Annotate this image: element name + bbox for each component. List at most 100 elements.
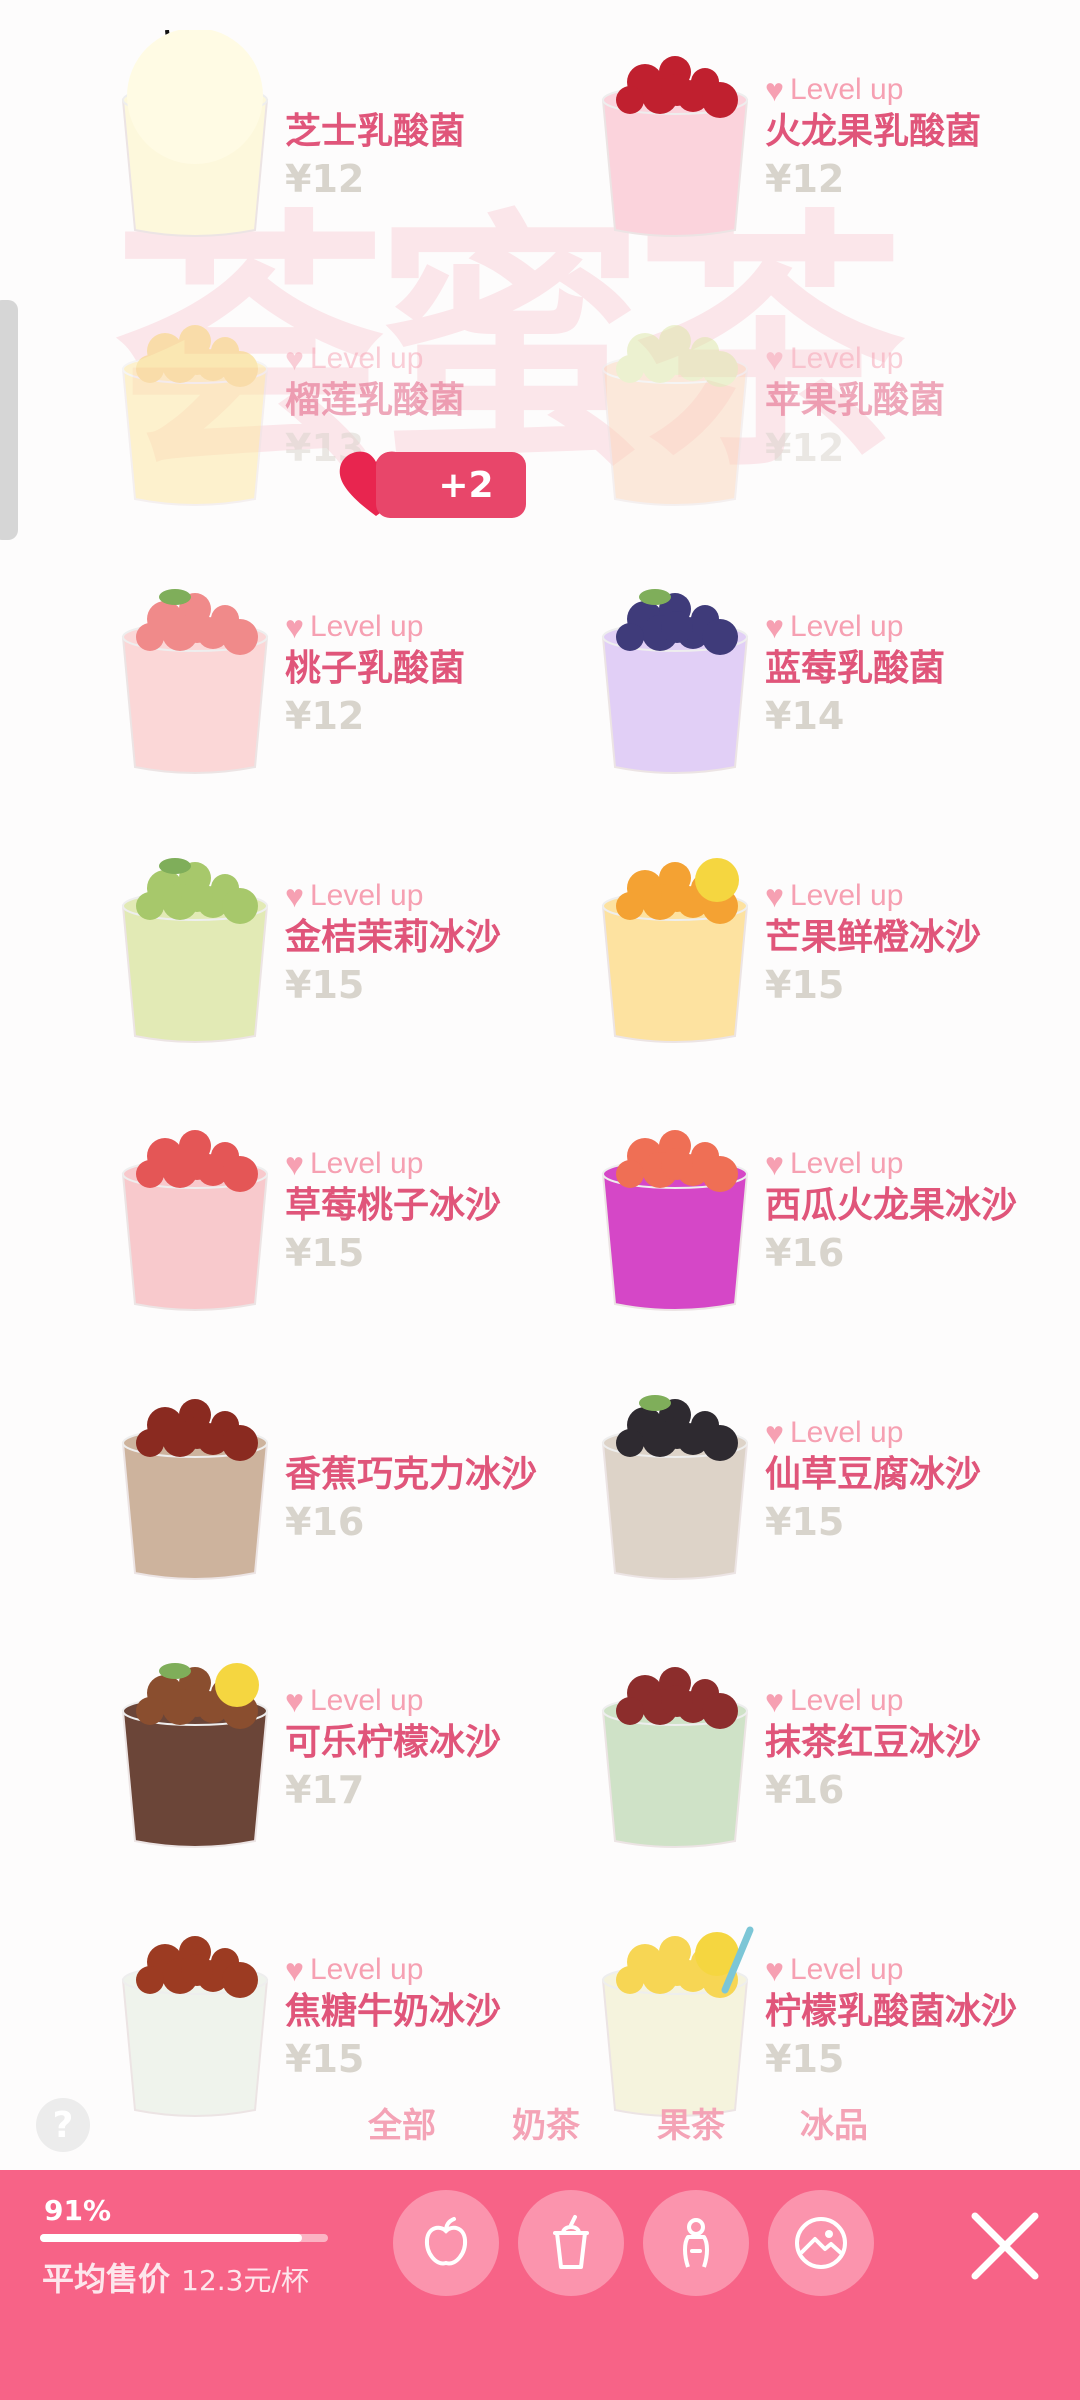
close-icon[interactable] [965, 2206, 1045, 2286]
tab-all[interactable]: 全部 [368, 2098, 436, 2147]
person-button[interactable] [643, 2190, 749, 2296]
drink-info: ♥ Level up 蓝莓乳酸菌 ¥14 [765, 607, 945, 741]
drink-item[interactable]: ♥ Level up 焦糖牛奶冰沙 ¥15 [105, 1900, 605, 2130]
drink-item[interactable]: ♥ Level up 柠檬乳酸菌冰沙 ¥15 [585, 1900, 1080, 2130]
level-up-label: ♥ Level up [765, 876, 981, 916]
drink-price: ¥17 [285, 1768, 365, 1812]
level-badge: +2 [336, 450, 536, 520]
drink-cup-image [601, 56, 749, 237]
drink-cup-image [121, 1130, 269, 1311]
level-up-text: Level up [790, 1684, 904, 1717]
drink-item[interactable]: ♥ Level up 仙草豆腐冰沙 ¥15 [585, 1363, 1080, 1593]
heart-icon: ♥ [285, 609, 304, 645]
drink-info: 芝士乳酸菌 ¥12 [285, 70, 465, 204]
average-price-value: 12.3元/杯 [181, 2264, 309, 2297]
drink-cup-image [601, 1667, 749, 1848]
drink-price: ¥15 [765, 1499, 845, 1544]
drink-name: 西瓜火龙果冰沙 [765, 1185, 1018, 1226]
drink-name: 柠檬乳酸菌冰沙 [765, 1990, 1018, 2032]
heart-icon: ♥ [285, 340, 304, 377]
drink-name: 火龙果乳酸菌 [765, 111, 982, 152]
cup-button[interactable] [518, 2190, 624, 2296]
drink-info: ♥ Level up 焦糖牛奶冰沙 ¥15 [285, 1950, 501, 2084]
heart-icon: ♥ [285, 1146, 304, 1182]
drink-info: ♥ Level up 芒果鲜橙冰沙 ¥15 [765, 876, 981, 1010]
drink-cup-image [121, 857, 269, 1043]
drink-cup-image [121, 1663, 269, 1848]
drink-item[interactable]: ♥ Level up 桃子乳酸菌 ¥12 [105, 557, 605, 787]
drink-info: ♥ Level up 抹茶红豆冰沙 ¥16 [765, 1681, 981, 1815]
drink-name: 桃子乳酸菌 [285, 648, 466, 689]
drink-info: ♥ Level up 可乐柠檬冰沙 ¥17 [285, 1681, 501, 1815]
drink-info: ♥ Level up 火龙果乳酸菌 ¥12 [765, 70, 981, 204]
drink-item[interactable]: ♥ Level up 可乐柠檬冰沙 ¥17 [105, 1631, 605, 1861]
drink-price: ¥12 [285, 157, 365, 201]
drink-name: 苹果乳酸菌 [765, 379, 946, 421]
drink-cup-image [601, 1130, 749, 1311]
level-up-text: Level up [310, 1952, 424, 1986]
level-up-label: ♥ Level up [285, 1144, 501, 1184]
apple-icon [424, 2217, 468, 2266]
level-up-label: ♥ Level up [765, 1144, 1017, 1184]
level-up-text: Level up [310, 878, 424, 912]
tab-milk-tea[interactable]: 奶茶 [512, 2098, 580, 2147]
progress-bar [40, 2234, 328, 2242]
level-up-text: Level up [790, 1415, 904, 1449]
person-icon [683, 2218, 709, 2268]
drink-price: ¥15 [285, 2036, 365, 2081]
drink-item[interactable]: ♥ Level up 抹茶红豆冰沙 ¥16 [585, 1631, 1080, 1861]
average-price-label: 平均售价 [42, 2260, 171, 2298]
drink-info: ♥ Level up 桃子乳酸菌 ¥12 [285, 607, 465, 741]
heart-icon: ♥ [765, 609, 784, 645]
level-up-text: Level up [790, 878, 904, 912]
drink-price: ¥15 [285, 1231, 365, 1275]
drink-item[interactable]: ♥ Level up 金桔茉莉冰沙 ¥15 [105, 826, 605, 1056]
heart-icon: ♥ [765, 1951, 784, 1988]
tab-ice[interactable]: 冰品 [800, 2098, 868, 2147]
drink-price: ¥12 [765, 157, 845, 201]
drink-item[interactable]: ♥ Level up 火龙果乳酸菌 ¥12 [585, 20, 1080, 250]
drink-price: ¥16 [765, 1768, 845, 1812]
heart-icon: ♥ [285, 1683, 304, 1719]
drink-item[interactable]: ♥ Level up 西瓜火龙果冰沙 ¥16 [585, 1094, 1080, 1324]
side-drawer-handle[interactable] [0, 300, 18, 540]
tab-fruit-tea[interactable]: 果茶 [657, 2098, 725, 2147]
level-up-label: ♥ Level up [285, 876, 501, 916]
drink-info: ♥ Level up 柠檬乳酸菌冰沙 ¥15 [765, 1950, 1017, 2084]
drink-cup-image [121, 1398, 269, 1580]
level-up-text: Level up [790, 1147, 904, 1180]
heart-icon: ♥ [285, 877, 304, 914]
drink-cup-image [601, 589, 749, 774]
apple-button[interactable] [393, 2190, 499, 2296]
level-up-label: ♥ Level up [765, 339, 945, 379]
level-up-label: ♥ Level up [765, 70, 981, 110]
drink-price: ¥12 [765, 425, 845, 470]
drink-price: ¥16 [285, 1499, 365, 1544]
drink-name: 香蕉巧克力冰沙 [285, 1453, 538, 1495]
drink-price: ¥15 [765, 962, 845, 1007]
drink-item[interactable]: 香蕉巧克力冰沙 ¥16 [105, 1363, 605, 1593]
drink-item[interactable]: ♥ Level up 芒果鲜橙冰沙 ¥15 [585, 826, 1080, 1056]
heart-icon: ♥ [765, 72, 784, 108]
level-up-text: Level up [310, 1147, 424, 1180]
drink-item[interactable]: ♥ Level up 草莓桃子冰沙 ¥15 [105, 1094, 605, 1324]
level-up-label [285, 1413, 537, 1453]
progress-fill [40, 2234, 303, 2242]
heart-icon: ♥ [765, 1146, 784, 1182]
drink-cup-image [121, 324, 269, 506]
level-up-text: Level up [790, 73, 904, 106]
heart-icon: ♥ [765, 877, 784, 914]
heart-icon: ♥ [285, 1951, 304, 1988]
drink-cup-image [601, 857, 749, 1043]
drink-name: 蓝莓乳酸菌 [765, 648, 946, 689]
drink-item[interactable]: ♥ Level up 苹果乳酸菌 ¥12 [585, 289, 1080, 519]
level-up-label: ♥ Level up [285, 607, 465, 647]
drink-name: 榴莲乳酸菌 [285, 379, 466, 421]
drink-price: ¥16 [765, 1231, 845, 1275]
progress-percent: 91% [44, 2194, 112, 2227]
photo-button[interactable] [768, 2190, 874, 2296]
drink-item[interactable]: ♥ Level up 蓝莓乳酸菌 ¥14 [585, 557, 1080, 787]
drink-price: ¥12 [285, 694, 365, 738]
drink-item[interactable]: 芝士乳酸菌 ¥12 [105, 20, 605, 250]
drink-name: 金桔茉莉冰沙 [285, 916, 502, 958]
